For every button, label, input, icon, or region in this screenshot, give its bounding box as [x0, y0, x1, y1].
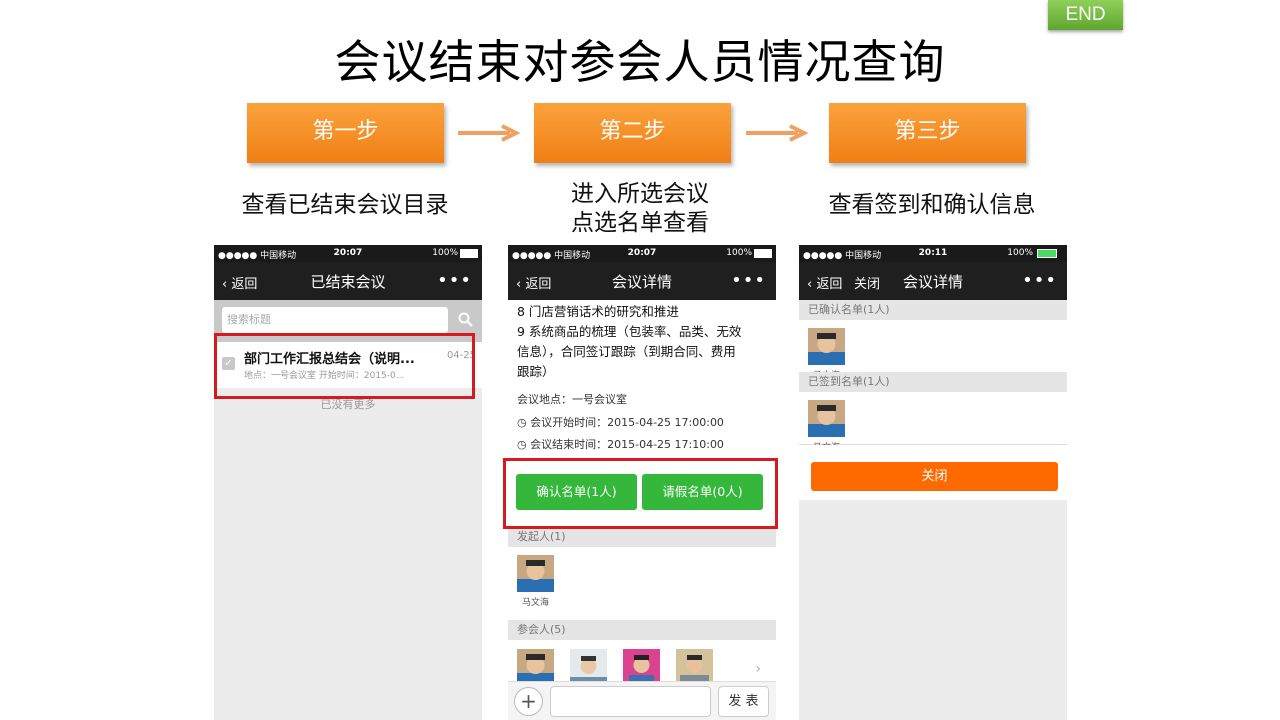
step-2-description-line1: 进入所选会议 [571, 181, 709, 207]
step-1-button: 第一步 [247, 103, 444, 163]
agenda-line: 跟踪） [517, 364, 555, 379]
clock-icon: ◷ [517, 415, 531, 429]
meeting-info: 会议地点：一号会议室 ◷ 会议开始时间：2015-04-25 17:00:00 … [508, 382, 776, 457]
arrow-right-icon [746, 124, 808, 142]
status-bar: ●●●●● 中国移动 20:07 100% [508, 245, 776, 262]
nav-bar: ‹ 返回 已结束会议 ••• [214, 262, 482, 300]
start-time-row: ◷ 会议开始时间：2015-04-25 17:00:00 [517, 415, 724, 429]
agenda-line: 8 门店营销话术的研究和推进 [517, 304, 679, 319]
initiator-header: 发起人(1) [508, 527, 776, 547]
search-input[interactable]: 搜索标题 [222, 307, 448, 333]
nav-bar: ‹ 返回 关闭 会议详情 ••• [799, 262, 1067, 300]
step-3-button: 第三步 [829, 103, 1026, 163]
end-time-row: ◷ 会议结束时间：2015-04-25 17:10:00 [517, 438, 724, 451]
comment-bar: + 发 表 [508, 681, 776, 720]
clock-icon: ◷ [517, 438, 531, 451]
avatar [808, 328, 845, 365]
agenda-line: 信息），合同签订跟踪（到期合同、费用 [517, 344, 736, 359]
page-title: 会议结束对参会人员情况查询 [334, 35, 946, 89]
add-icon[interactable]: + [514, 687, 543, 716]
avatar[interactable] [517, 649, 554, 683]
member-name: 马文海 [521, 598, 549, 608]
arrow-right-icon [458, 124, 520, 142]
avatar[interactable] [570, 649, 607, 683]
battery-label: 100% [432, 248, 458, 258]
battery-icon [460, 249, 478, 258]
battery-label: 100% [1007, 248, 1033, 258]
nav-bar: ‹ 返回 会议详情 ••• [508, 262, 776, 300]
step-1-description: 查看已结束会议目录 [241, 192, 449, 218]
more-icon[interactable]: ••• [1022, 270, 1057, 291]
battery-icon [1037, 249, 1057, 258]
more-icon[interactable]: ••• [437, 270, 472, 291]
agenda-text: 8 门店营销话术的研究和推进 9 系统商品的梳理（包装率、品类、无效 信息），合… [508, 300, 776, 382]
avatar[interactable] [623, 649, 660, 683]
avatar [808, 400, 845, 437]
step-2-description-line2: 点选名单查看 [571, 210, 709, 236]
attendees-row: › [517, 649, 767, 683]
avatar[interactable] [676, 649, 713, 683]
confirmed-header: 已确认名单(1人) [799, 300, 1067, 320]
signed-header: 已签到名单(1人) [799, 372, 1067, 392]
confirmed-section: 已确认名单(1人) 马文海 [799, 300, 1067, 381]
step-2-button: 第二步 [534, 103, 731, 163]
signed-section: 已签到名单(1人) 马文海 [799, 372, 1067, 453]
phone-screen-ended-meetings: ●●●●● 中国移动 20:07 100% ‹ 返回 已结束会议 ••• 搜索标… [214, 245, 482, 720]
close-button[interactable]: 关闭 [811, 462, 1058, 491]
status-bar: ●●●●● 中国移动 20:07 100% [214, 245, 482, 262]
step-3-description: 查看签到和确认信息 [828, 192, 1036, 218]
search-icon[interactable] [458, 312, 474, 328]
agenda-line: 9 系统商品的梳理（包装率、品类、无效 [517, 324, 742, 339]
more-icon[interactable]: ••• [731, 270, 766, 291]
location-label: 会议地点：一号会议室 [517, 393, 627, 406]
initiator-member[interactable]: 马文海 [517, 555, 554, 608]
close-section: 关闭 [799, 445, 1067, 500]
send-button[interactable]: 发 表 [718, 686, 769, 717]
chevron-right-icon[interactable]: › [755, 661, 761, 677]
status-bar: ●●●●● 中国移动 20:11 100% [799, 245, 1067, 262]
avatar [517, 555, 554, 592]
battery-label: 100% [726, 248, 752, 258]
comment-input[interactable] [550, 686, 711, 717]
phone-screen-attendance: ●●●●● 中国移动 20:11 100% ‹ 返回 关闭 会议详情 ••• 已… [799, 245, 1067, 720]
attendees-header: 参会人(5) [508, 620, 776, 640]
highlight-box [503, 458, 778, 529]
battery-icon [754, 249, 772, 258]
highlight-box [214, 333, 475, 399]
